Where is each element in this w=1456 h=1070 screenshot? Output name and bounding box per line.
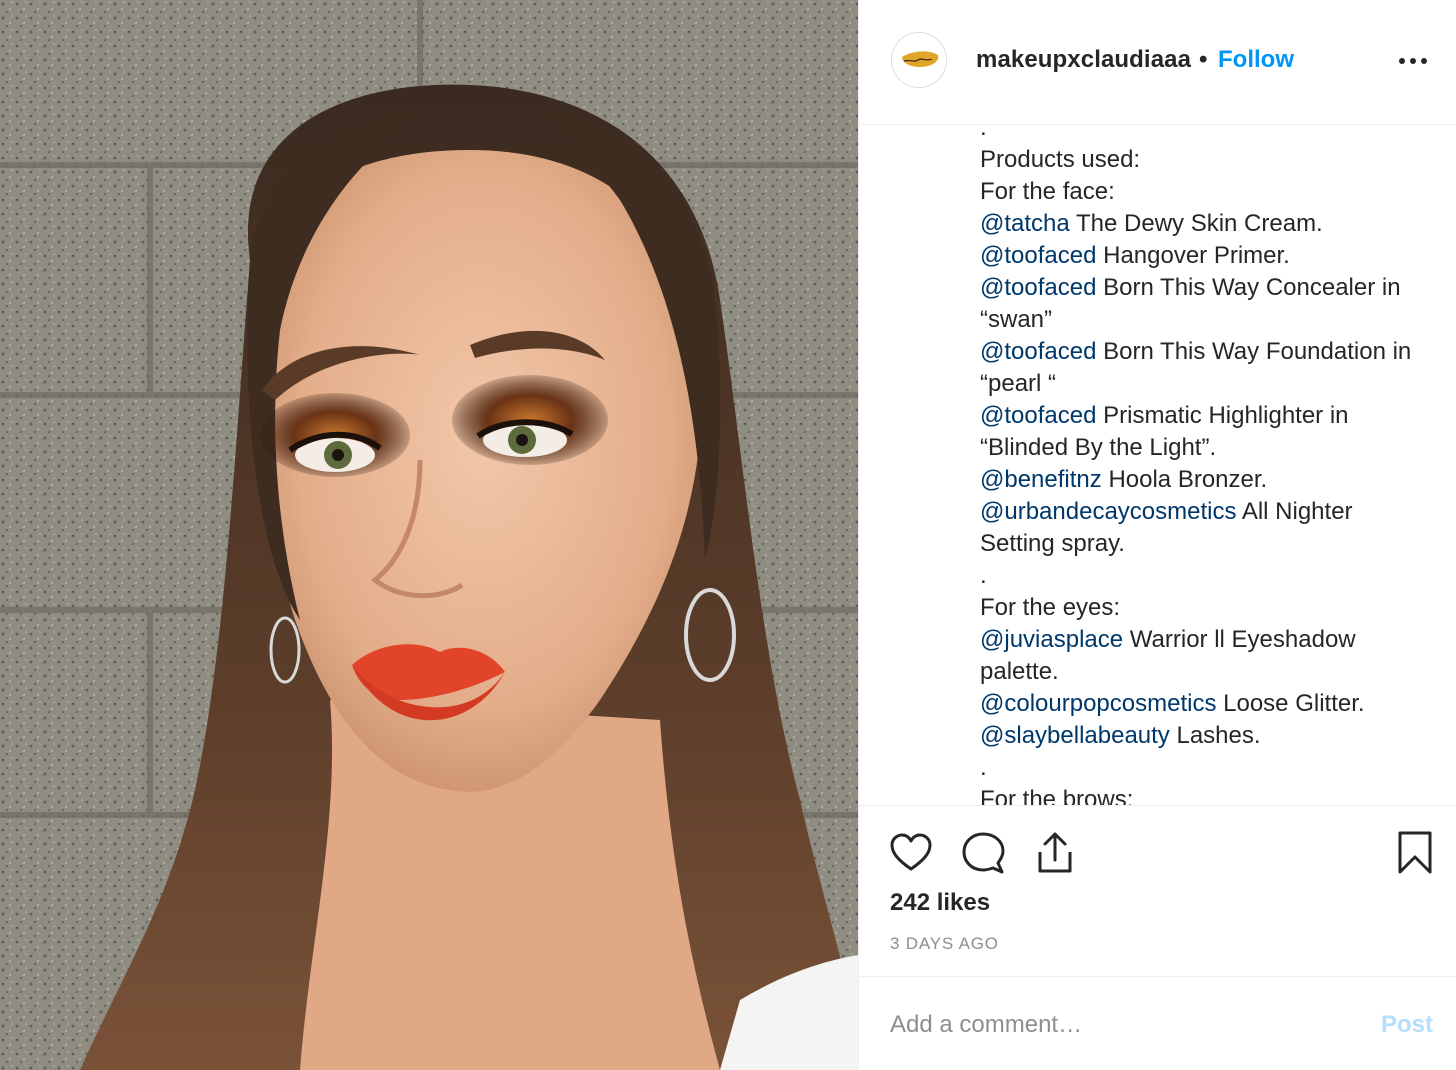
caption-line-text: For the eyes: (980, 594, 1121, 621)
mention-link[interactable]: @benefitnz (980, 466, 1102, 493)
caption-line: @toofaced Born This Way Concealer in (980, 272, 1440, 304)
caption-line: @benefitnz Hoola Bronzer. (980, 464, 1440, 496)
caption-line: For the face: (980, 176, 1440, 208)
post-sidebar: makeupxclaudiaaa • Follow . Products used… (858, 0, 1456, 1070)
bookmark-icon[interactable] (1392, 830, 1438, 876)
caption-line-text: . (980, 126, 987, 141)
caption-line: Products used: (980, 144, 1440, 176)
caption-line-text: “swan” (980, 306, 1053, 333)
caption-line-text: Born This Way Concealer in (1096, 274, 1401, 301)
mention-link[interactable]: @tatcha (980, 210, 1070, 237)
caption-line-text: For the face: (980, 178, 1115, 205)
caption-line-text: Hangover Primer. (1096, 242, 1290, 269)
caption-line: @toofaced Born This Way Foundation in (980, 336, 1440, 368)
caption-line: Setting spray. (980, 528, 1440, 560)
caption-line-text: “Blinded By the Light”. (980, 434, 1217, 461)
caption-line-text: Loose Glitter. (1216, 690, 1365, 717)
more-dot (1399, 58, 1405, 64)
action-bar (859, 808, 1456, 898)
caption-scroll-area[interactable]: . Products used: For the face: @tatcha The … (859, 126, 1456, 806)
caption-line-text: The Dewy Skin Cream. (1069, 210, 1323, 237)
caption-line-text: . (980, 562, 987, 589)
mention-link[interactable]: @toofaced (980, 338, 1096, 365)
avatar-logo-icon (892, 33, 946, 87)
post-photo[interactable] (0, 0, 858, 1070)
follow-button[interactable]: Follow (1218, 46, 1294, 74)
caption-line: palette. (980, 656, 1440, 688)
mention-link[interactable]: @toofaced (980, 242, 1096, 269)
comment-icon[interactable] (960, 830, 1006, 876)
caption-line: For the brows: (980, 784, 1440, 806)
caption-line-text: All Nighter (1236, 498, 1353, 525)
mention-link[interactable]: @toofaced (980, 402, 1096, 429)
caption-line: @colourpopcosmetics Loose Glitter. (980, 688, 1440, 720)
caption-text: . Products used: For the face: @tatcha The … (980, 126, 1440, 806)
caption-line: . (980, 126, 1440, 144)
separator-dot: • (1199, 46, 1208, 73)
caption-line-text: Lashes. (1169, 722, 1261, 749)
caption-line: “pearl “ (980, 368, 1440, 400)
caption-line: . (980, 560, 1440, 592)
caption-line: @urbandecaycosmetics All Nighter (980, 496, 1440, 528)
caption-line: “Blinded By the Light”. (980, 432, 1440, 464)
caption-line: @slaybellabeauty Lashes. (980, 720, 1440, 752)
more-options-icon[interactable] (1399, 50, 1435, 74)
likes-count[interactable]: 242 likes (890, 889, 990, 917)
caption-line-text: Setting spray. (980, 530, 1125, 557)
post-timestamp[interactable]: 3 DAYS AGO (890, 934, 999, 954)
caption-line: For the eyes: (980, 592, 1440, 624)
post-header: makeupxclaudiaaa • Follow (859, 0, 1456, 125)
mention-link[interactable]: @urbandecaycosmetics (980, 498, 1236, 525)
caption-line: @toofaced Prismatic Highlighter in (980, 400, 1440, 432)
caption-line-text: Warrior ll Eyeshadow (1123, 626, 1356, 653)
share-icon[interactable] (1032, 830, 1078, 876)
avatar[interactable] (891, 32, 947, 88)
comment-input[interactable] (890, 1007, 1360, 1043)
caption-line: “swan” (980, 304, 1440, 336)
caption-line: @toofaced Hangover Primer. (980, 240, 1440, 272)
caption-line-text: Born This Way Foundation in (1096, 338, 1412, 365)
caption-line-text: palette. (980, 658, 1059, 685)
caption-line: . (980, 752, 1440, 784)
comment-bar: Post (859, 976, 1456, 1070)
caption-line: @juviasplace Warrior ll Eyeshadow (980, 624, 1440, 656)
mention-link[interactable]: @slaybellabeauty (980, 722, 1170, 749)
caption-line-text: Products used: (980, 146, 1141, 173)
heart-icon[interactable] (888, 830, 934, 876)
caption-line-text: . (980, 754, 987, 781)
more-dot (1410, 58, 1416, 64)
caption-line-text: Hoola Bronzer. (1101, 466, 1268, 493)
username-link[interactable]: makeupxclaudiaaa (976, 46, 1191, 74)
mention-link[interactable]: @toofaced (980, 274, 1096, 301)
more-dot (1421, 58, 1427, 64)
caption-line-text: “pearl “ (980, 370, 1057, 397)
post-comment-button[interactable]: Post (1381, 1011, 1433, 1039)
mention-link[interactable]: @colourpopcosmetics (980, 690, 1216, 717)
caption-line-text: Prismatic Highlighter in (1096, 402, 1349, 429)
caption-line: @tatcha The Dewy Skin Cream. (980, 208, 1440, 240)
portrait-illustration (0, 0, 858, 1070)
caption-line-text: For the brows: (980, 786, 1134, 806)
mention-link[interactable]: @juviasplace (980, 626, 1123, 653)
